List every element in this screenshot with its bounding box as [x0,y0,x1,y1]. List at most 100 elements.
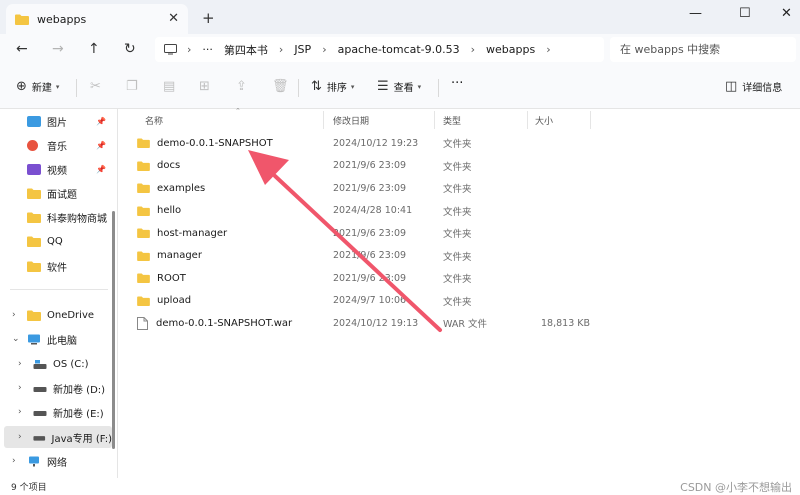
sidebar-item-network[interactable]: › 网络 [0,450,112,472]
back-icon[interactable]: ← [16,41,28,57]
chevron-down-icon[interactable]: ⌄ [12,334,20,344]
network-icon [29,456,39,466]
sidebar-item-interview[interactable]: 面试题 [0,182,112,204]
sidebar-item-drive-d[interactable]: › 新加卷 (D:) [0,377,112,399]
file-modified-cell: 2021/9/6 23:09 [333,182,407,194]
sidebar-item-this-pc[interactable]: ⌄ 此电脑 [0,328,112,350]
window-close-icon[interactable]: ✕ [781,6,792,21]
rename-button[interactable]: ⊞ [199,79,215,94]
breadcrumb-item[interactable]: webapps [486,43,535,56]
share-icon: ⇪ [236,79,247,94]
share-button[interactable]: ⇪ [236,79,252,94]
sidebar-item-label: 此电脑 [47,335,77,347]
search-input[interactable] [620,43,790,56]
sidebar-scrollbar[interactable] [112,211,115,449]
folder-icon [27,188,41,199]
refresh-icon[interactable]: ↻ [124,41,136,57]
breadcrumb-item[interactable]: JSP [294,43,311,56]
column-header-size[interactable]: 大小 [535,109,553,131]
file-name: upload [157,295,192,306]
file-modified-cell: 2021/9/6 23:09 [333,250,407,261]
chevron-right-icon[interactable]: › [18,432,22,442]
sidebar-divider [10,289,108,290]
delete-button[interactable]: 🗑 [272,79,294,94]
up-icon[interactable]: ↑ [88,41,100,57]
paste-button[interactable]: ▤ [163,79,180,94]
sidebar-item-onedrive[interactable]: › OneDrive [0,304,112,326]
column-header-modified[interactable]: 修改日期 [333,109,369,131]
watermark: CSDN @小李不想输出 [680,480,792,494]
file-row[interactable]: ROOT 2021/9/6 23:09 文件夹 [127,267,787,289]
file-row[interactable]: demo-0.0.1-SNAPSHOT.war 2024/10/12 19:13 W… [127,312,787,334]
new-tab-icon[interactable]: + [202,9,215,27]
sidebar-item-pictures[interactable]: 图片 📌 [0,110,112,132]
column-header-name[interactable]: 名称 [145,109,163,131]
list-view-icon: ☰ [377,79,389,94]
sidebar-item-mall[interactable]: 科泰购物商城 [0,206,112,228]
trash-icon: 🗑 [272,79,289,94]
cut-button[interactable]: ✂ [90,79,106,94]
rename-icon: ⊞ [199,79,210,94]
view-button[interactable]: ☰ 查看 ▾ [377,79,421,94]
sidebar-item-drive-c[interactable]: › OS (C:) [0,353,112,375]
folder-icon [137,160,150,171]
sidebar-item-qq[interactable]: QQ [0,230,112,252]
file-name: demo-0.0.1-SNAPSHOT [157,137,273,149]
drive-icon [33,435,46,441]
file-icon [137,316,148,330]
chevron-right-icon[interactable]: › [12,456,16,466]
new-button[interactable]: ⊕ 新建 ▾ [16,79,59,94]
breadcrumb-separator: › [322,43,327,56]
tab-webapps[interactable]: webapps ✕ [6,4,188,34]
sort-icon: ⇅ [311,79,322,94]
file-row[interactable]: host-manager 2021/9/6 23:09 文件夹 [127,222,787,244]
tab-close-icon[interactable]: ✕ [168,11,179,26]
file-row[interactable]: hello 2024/4/28 10:41 文件夹 [127,200,787,222]
file-row[interactable]: manager 2021/9/6 23:09 文件夹 [127,245,787,267]
chevron-right-icon[interactable]: › [18,383,22,393]
file-type-cell: WAR 文件 [443,319,487,330]
sidebar-item-music[interactable]: 音乐 📌 [0,134,112,156]
forward-icon[interactable]: → [52,41,64,57]
sidebar-item-software[interactable]: 软件 [0,255,112,277]
column-header-type[interactable]: 类型 [443,109,461,131]
maximize-icon[interactable]: ☐ [739,6,751,21]
file-row[interactable]: docs 2021/9/6 23:09 文件夹 [127,155,787,177]
address-bar[interactable]: › ··· 第四本书 › JSP › apache-tomcat-9.0.53 … [155,37,604,62]
sidebar-item-drive-f[interactable]: › Java专用 (F:) [4,426,112,448]
folder-icon [137,250,150,261]
file-row[interactable]: upload 2024/9/7 10:06 文件夹 [127,290,787,312]
title-bar: webapps ✕ + — ☐ ✕ [0,0,800,34]
column-separator[interactable] [527,111,528,129]
file-modified-cell: 2021/9/6 23:09 [333,160,407,171]
search-box[interactable] [610,37,796,62]
details-button[interactable]: ◫ 详细信息 [725,79,782,94]
sidebar-item-label: 新加卷 (D:) [53,384,106,396]
file-type-cell: 文件夹 [443,184,472,195]
chevron-right-icon[interactable]: › [12,310,16,320]
file-row[interactable]: demo-0.0.1-SNAPSHOT 2024/10/12 19:23 文件夹 [127,132,787,154]
sidebar-item-label: 音乐 [47,141,67,153]
breadcrumb-item[interactable]: 第四本书 [224,42,268,58]
sidebar-item-drive-e[interactable]: › 新加卷 (E:) [0,401,112,423]
minimize-icon[interactable]: — [689,6,702,21]
breadcrumb-item[interactable]: apache-tomcat-9.0.53 [338,43,460,56]
file-row[interactable]: examples 2021/9/6 23:09 文件夹 [127,177,787,199]
column-separator[interactable] [434,111,435,129]
scissors-icon: ✂ [90,79,101,94]
copy-button[interactable]: ❐ [126,79,143,94]
sort-ascending-icon: ⌃ [235,107,241,115]
breadcrumb-separator: › [470,43,476,56]
command-bar: ⊕ 新建 ▾ ✂ ❐ ▤ ⊞ ⇪ 🗑 ⇅ 排序 ▾ ☰ 查看 ▾ ··· ◫ 详… [0,65,800,109]
sidebar-item-label: 视频 [47,165,67,177]
more-options-button[interactable]: ··· [451,76,463,91]
sidebar-item-videos[interactable]: 视频 📌 [0,158,112,180]
chevron-right-icon[interactable]: › [18,407,22,417]
file-name-cell: upload [137,290,191,312]
chevron-right-icon[interactable]: › [18,359,22,369]
column-separator[interactable] [323,111,324,129]
sort-button[interactable]: ⇅ 排序 ▾ [311,79,354,94]
toolbar-divider [438,79,439,97]
column-separator[interactable] [590,111,591,129]
breadcrumb-more[interactable]: ··· [202,43,213,56]
